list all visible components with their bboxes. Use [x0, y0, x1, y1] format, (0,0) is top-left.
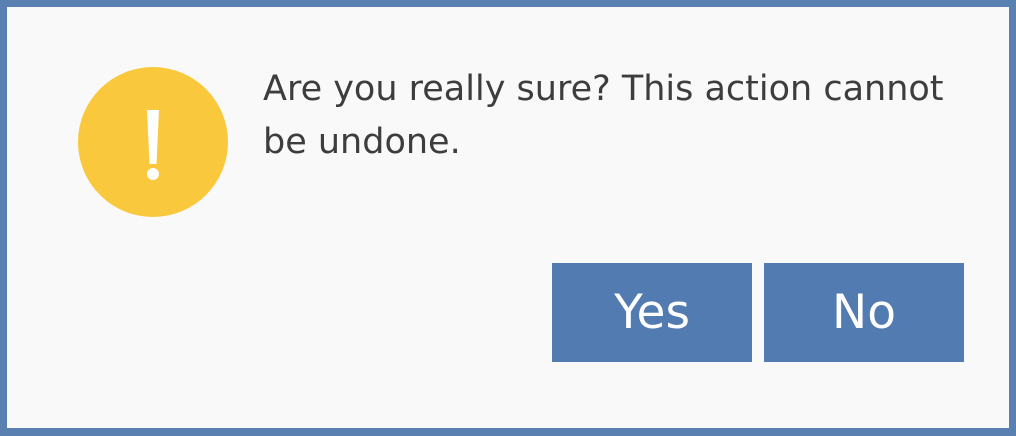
exclamation-icon	[147, 110, 159, 180]
no-button[interactable]: No	[764, 263, 964, 362]
yes-button[interactable]: Yes	[552, 263, 752, 362]
dialog-message: Are you really sure? This action cannot …	[263, 69, 944, 162]
warning-icon	[78, 67, 228, 217]
confirmation-dialog: Are you really sure? This action cannot …	[7, 7, 1009, 428]
